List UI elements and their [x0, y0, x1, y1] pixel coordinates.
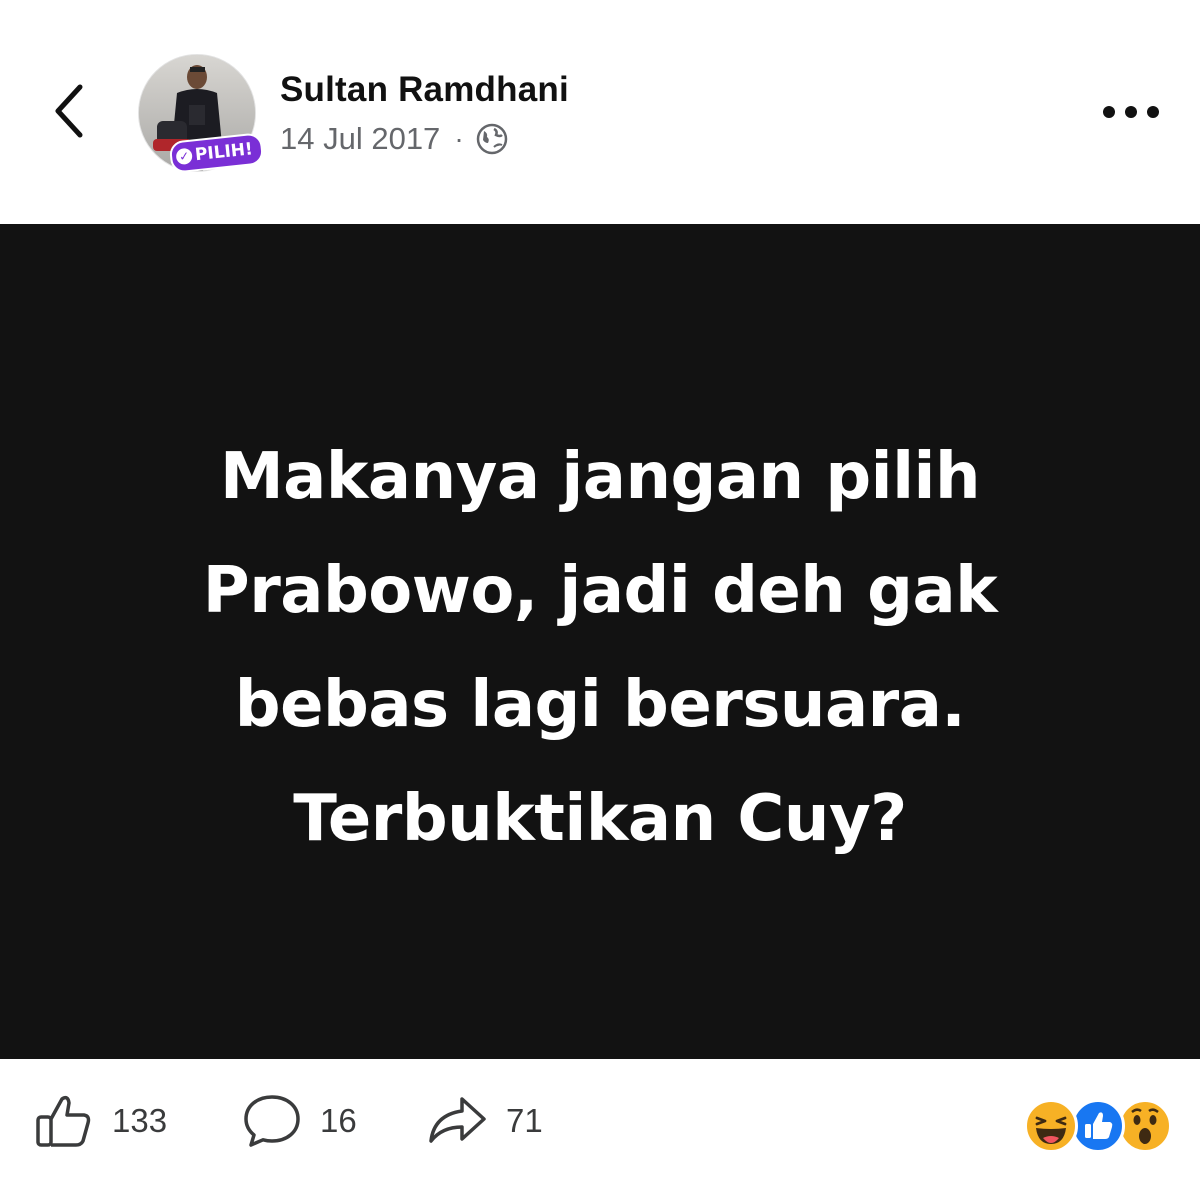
- like-reaction-icon: [1071, 1099, 1125, 1153]
- post-text-line: Prabowo, jadi deh gak: [202, 553, 998, 628]
- avatar-badge-label: PILIH!: [194, 139, 254, 166]
- globe-icon: [476, 123, 507, 155]
- check-circle-icon: ✓: [175, 147, 193, 166]
- chevron-left-icon: [55, 84, 83, 138]
- thumbs-up-icon: [36, 1095, 91, 1147]
- share-button[interactable]: 71: [426, 1091, 543, 1151]
- comment-button[interactable]: 16: [242, 1091, 357, 1151]
- post-text: Makanya jangan pilih Prabowo, jadi deh g…: [100, 420, 1100, 876]
- share-arrow-icon: [429, 1097, 486, 1143]
- post-detail-screen: ✓ PILIH! Sultan Ramdhani 14 Jul 2017 · M…: [0, 0, 1200, 1187]
- comment-bubble-icon: [244, 1095, 300, 1147]
- share-count: 71: [506, 1102, 543, 1139]
- more-options-button[interactable]: [1096, 90, 1166, 134]
- post-text-line: bebas lagi bersuara.: [234, 667, 966, 742]
- post-meta: 14 Jul 2017 ·: [280, 119, 508, 159]
- post-header: ✓ PILIH! Sultan Ramdhani 14 Jul 2017 ·: [0, 0, 1200, 224]
- author-name[interactable]: Sultan Ramdhani: [280, 70, 569, 110]
- reactions-summary[interactable]: [1024, 1099, 1174, 1153]
- post-image[interactable]: Makanya jangan pilih Prabowo, jadi deh g…: [0, 224, 1200, 1059]
- post-date[interactable]: 14 Jul 2017: [280, 121, 440, 157]
- back-button[interactable]: [38, 74, 98, 148]
- haha-reaction-icon: [1024, 1099, 1078, 1153]
- comment-count: 16: [320, 1102, 357, 1139]
- post-actions-bar: 133 16 71: [0, 1059, 1200, 1187]
- post-text-line: Terbuktikan Cuy?: [293, 781, 907, 856]
- like-button[interactable]: 133: [34, 1091, 167, 1151]
- post-text-line: Makanya jangan pilih: [219, 439, 981, 514]
- wow-reaction-icon: [1118, 1099, 1172, 1153]
- more-horizontal-icon: [1103, 106, 1159, 118]
- like-count: 133: [112, 1102, 168, 1139]
- meta-separator: ·: [454, 123, 464, 154]
